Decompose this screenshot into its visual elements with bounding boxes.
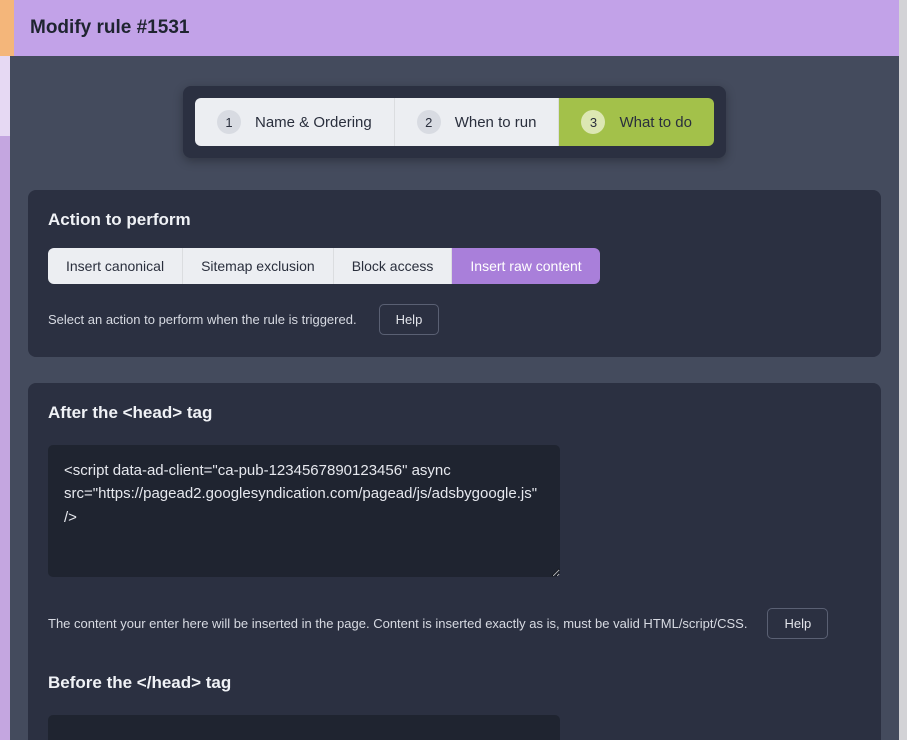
tab-insert-canonical[interactable]: Insert canonical — [48, 248, 183, 284]
step-when-to-run[interactable]: 2 When to run — [395, 98, 560, 146]
action-hint-row: Select an action to perform when the rul… — [48, 304, 861, 335]
after-head-hint-row: The content your enter here will be inse… — [48, 608, 861, 639]
step-number-badge: 2 — [417, 110, 441, 134]
after-head-help-button[interactable]: Help — [767, 608, 828, 639]
step-what-to-do[interactable]: 3 What to do — [559, 98, 714, 146]
after-head-hint-text: The content your enter here will be inse… — [48, 616, 747, 631]
stepper-container: 1 Name & Ordering 2 When to run 3 What t… — [28, 86, 881, 158]
before-head-heading: Before the </head> tag — [48, 673, 861, 693]
step-number-badge: 3 — [581, 110, 605, 134]
head-content-panel: After the <head> tag The content your en… — [28, 383, 881, 740]
action-panel: Action to perform Insert canonical Sitem… — [28, 190, 881, 357]
action-heading: Action to perform — [48, 210, 861, 230]
before-head-textarea[interactable] — [48, 715, 560, 740]
action-hint-text: Select an action to perform when the rul… — [48, 312, 357, 327]
sidebar-active-indicator — [0, 0, 14, 56]
tab-insert-raw-content[interactable]: Insert raw content — [452, 248, 599, 284]
step-name-ordering[interactable]: 1 Name & Ordering — [195, 98, 395, 146]
action-help-button[interactable]: Help — [379, 304, 440, 335]
right-gutter — [899, 0, 907, 740]
after-head-textarea[interactable] — [48, 445, 560, 577]
after-head-heading: After the <head> tag — [48, 403, 861, 423]
page-title: Modify rule #1531 — [30, 17, 189, 39]
sidebar-accent — [0, 56, 10, 136]
step-label: When to run — [455, 114, 537, 131]
page-header: Modify rule #1531 — [14, 0, 899, 56]
content-area: 1 Name & Ordering 2 When to run 3 What t… — [10, 56, 899, 740]
step-number-badge: 1 — [217, 110, 241, 134]
tab-sitemap-exclusion[interactable]: Sitemap exclusion — [183, 248, 334, 284]
action-tabs: Insert canonical Sitemap exclusion Block… — [48, 248, 600, 284]
step-label: Name & Ordering — [255, 114, 372, 131]
tab-block-access[interactable]: Block access — [334, 248, 453, 284]
step-label: What to do — [619, 114, 692, 131]
wizard-stepper: 1 Name & Ordering 2 When to run 3 What t… — [183, 86, 726, 158]
